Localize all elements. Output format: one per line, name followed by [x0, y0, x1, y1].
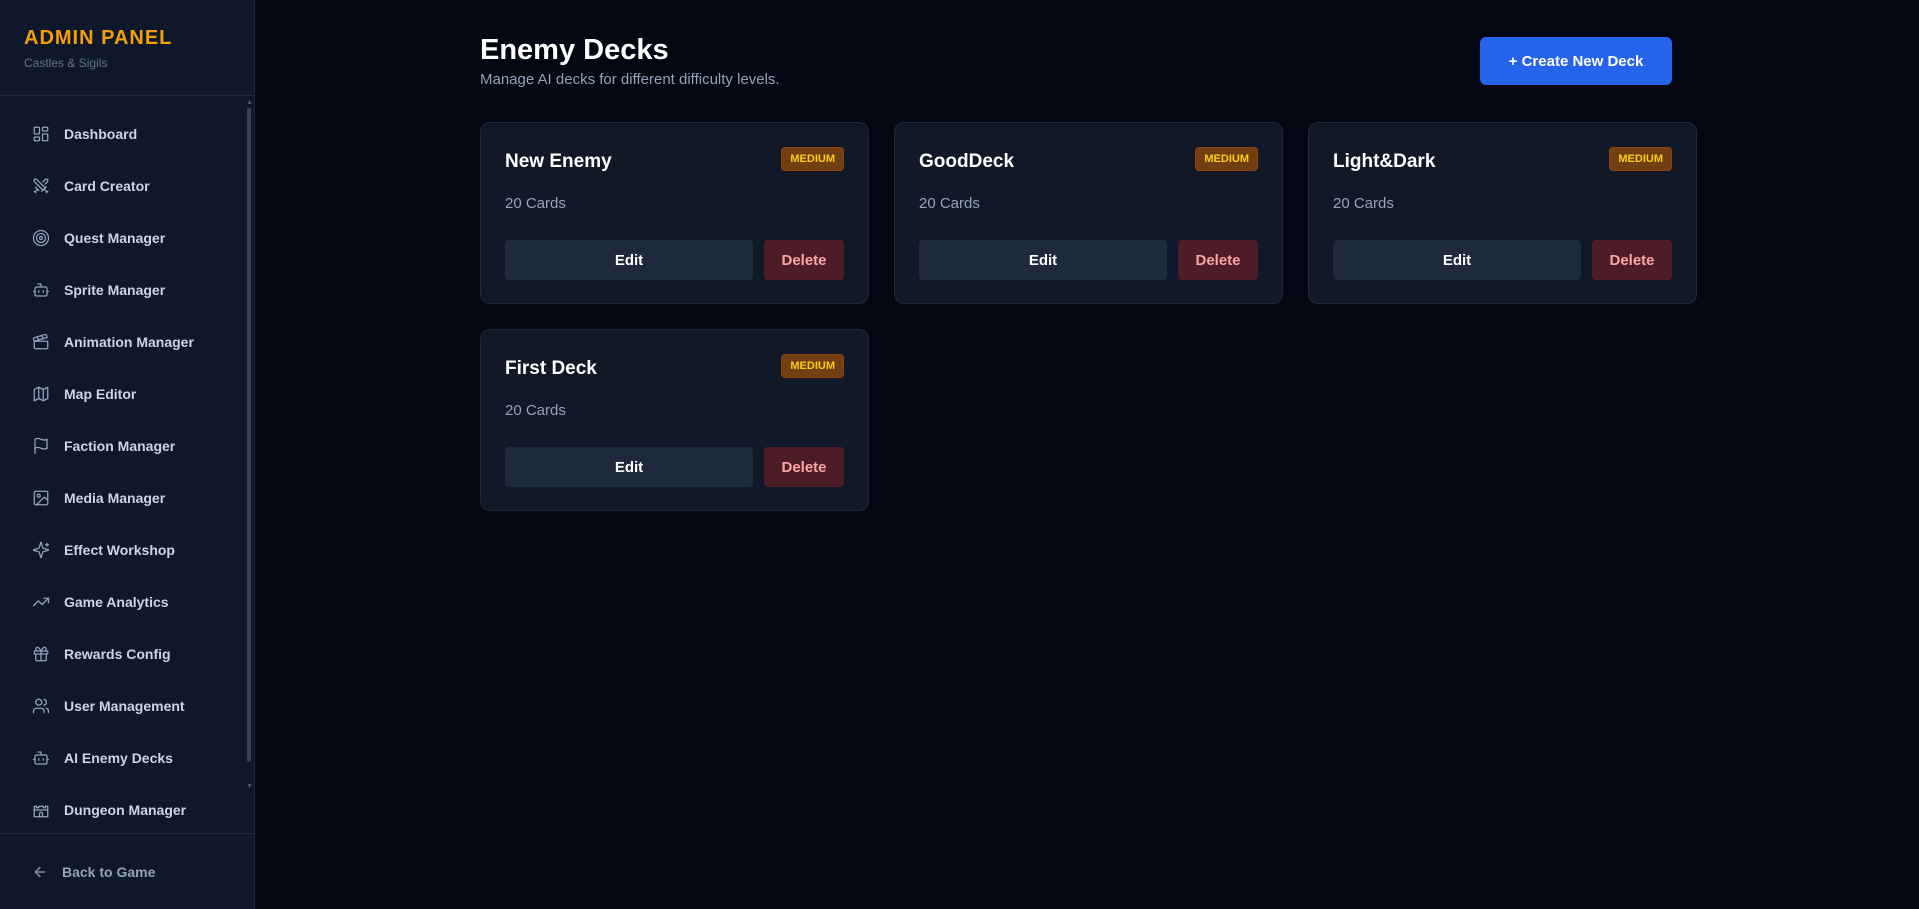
edit-deck-button[interactable]: Edit — [505, 447, 753, 487]
deck-card-count: 20 Cards — [919, 195, 980, 212]
deck-grid: New Enemy MEDIUM 20 Cards Edit Delete Go… — [480, 122, 1697, 511]
dashboard-icon — [32, 125, 50, 143]
create-new-deck-button[interactable]: + Create New Deck — [1480, 37, 1672, 85]
brand: ADMIN PANEL Castles & Sigils — [0, 0, 254, 96]
sidebar-item-label: Rewards Config — [64, 646, 171, 662]
brand-subtitle: Castles & Sigils — [24, 56, 108, 70]
brand-title: ADMIN PANEL — [24, 27, 173, 49]
users-icon — [32, 697, 50, 715]
sidebar-item-label: Map Editor — [64, 386, 137, 402]
difficulty-badge: MEDIUM — [1609, 147, 1672, 171]
edit-deck-button[interactable]: Edit — [1333, 240, 1581, 280]
sidebar-item-media-manager[interactable]: Media Manager — [0, 472, 254, 524]
deck-name: First Deck — [505, 358, 597, 379]
sidebar-item-map-editor[interactable]: Map Editor — [0, 368, 254, 420]
sidebar-item-label: User Management — [64, 698, 185, 714]
deck-card-count: 20 Cards — [505, 402, 566, 419]
sidebar-item-label: Dungeon Manager — [64, 802, 187, 818]
sidebar-item-label: Effect Workshop — [64, 542, 175, 558]
image-icon — [32, 489, 50, 507]
sidebar-item-game-analytics[interactable]: Game Analytics — [0, 576, 254, 628]
sidebar-item-label: Faction Manager — [64, 438, 176, 454]
deck-card: GoodDeck MEDIUM 20 Cards Edit Delete — [894, 122, 1283, 304]
sidebar-item-label: Dashboard — [64, 126, 138, 142]
difficulty-badge: MEDIUM — [781, 354, 844, 378]
sidebar-item-sprite-manager[interactable]: Sprite Manager — [0, 264, 254, 316]
deck-card: First Deck MEDIUM 20 Cards Edit Delete — [480, 329, 869, 511]
delete-deck-button[interactable]: Delete — [764, 447, 844, 487]
edit-deck-button[interactable]: Edit — [919, 240, 1167, 280]
sidebar-item-rewards-config[interactable]: Rewards Config — [0, 628, 254, 680]
clapperboard-icon — [32, 333, 50, 351]
deck-card-count: 20 Cards — [1333, 195, 1394, 212]
sidebar-item-effect-workshop[interactable]: Effect Workshop — [0, 524, 254, 576]
target-icon — [32, 229, 50, 247]
sidebar-item-dashboard[interactable]: Dashboard — [0, 108, 254, 160]
deck-card-count: 20 Cards — [505, 195, 566, 212]
sidebar-item-label: Card Creator — [64, 178, 150, 194]
back-to-game-label: Back to Game — [62, 863, 156, 880]
sidebar-item-label: Animation Manager — [64, 334, 194, 350]
flag-icon — [32, 437, 50, 455]
difficulty-badge: MEDIUM — [781, 147, 844, 171]
page-subtitle: Manage AI decks for different difficulty… — [480, 71, 780, 88]
edit-deck-button[interactable]: Edit — [505, 240, 753, 280]
sidebar-nav: Dashboard Card Creator Quest Manager Spr… — [0, 96, 254, 833]
swords-icon — [32, 177, 50, 195]
sidebar-item-card-creator[interactable]: Card Creator — [0, 160, 254, 212]
sidebar-item-label: Quest Manager — [64, 230, 166, 246]
trending-up-icon — [32, 593, 50, 611]
sidebar-item-label: AI Enemy Decks — [64, 750, 173, 766]
sidebar-scrollbar[interactable]: ▲ ▼ — [246, 99, 253, 790]
delete-deck-button[interactable]: Delete — [764, 240, 844, 280]
sidebar-item-user-management[interactable]: User Management — [0, 680, 254, 732]
sidebar-item-ai-enemy-decks[interactable]: AI Enemy Decks — [0, 732, 254, 784]
scrollbar-thumb[interactable] — [247, 108, 251, 762]
sidebar-nav-wrapper: Dashboard Card Creator Quest Manager Spr… — [0, 96, 254, 833]
content-container: Enemy Decks Manage AI decks for differen… — [480, 0, 1697, 511]
sidebar-item-faction-manager[interactable]: Faction Manager — [0, 420, 254, 472]
back-to-game-link[interactable]: Back to Game — [0, 833, 254, 909]
main-content: Enemy Decks Manage AI decks for differen… — [255, 0, 1919, 909]
scroll-down-arrow-icon[interactable]: ▼ — [246, 783, 253, 790]
page-title: Enemy Decks — [480, 34, 669, 66]
delete-deck-button[interactable]: Delete — [1178, 240, 1258, 280]
castle-icon — [32, 801, 50, 819]
deck-name: GoodDeck — [919, 151, 1015, 172]
deck-card: Light&Dark MEDIUM 20 Cards Edit Delete — [1308, 122, 1697, 304]
arrow-left-icon — [34, 866, 46, 877]
sidebar-item-label: Media Manager — [64, 490, 166, 506]
sparkles-icon — [32, 541, 50, 559]
difficulty-badge: MEDIUM — [1195, 147, 1258, 171]
sidebar-item-label: Sprite Manager — [64, 282, 166, 298]
delete-deck-button[interactable]: Delete — [1592, 240, 1672, 280]
sidebar-item-dungeon-manager[interactable]: Dungeon Manager — [0, 784, 254, 833]
sidebar-item-animation-manager[interactable]: Animation Manager — [0, 316, 254, 368]
scroll-up-arrow-icon[interactable]: ▲ — [246, 99, 253, 106]
bot-icon — [32, 749, 50, 767]
sidebar: ADMIN PANEL Castles & Sigils Dashboard C… — [0, 0, 255, 909]
gift-icon — [32, 645, 50, 663]
app-root: ADMIN PANEL Castles & Sigils Dashboard C… — [0, 0, 1919, 909]
page-header: Enemy Decks Manage AI decks for differen… — [480, 0, 1672, 122]
map-icon — [32, 385, 50, 403]
deck-name: New Enemy — [505, 151, 612, 172]
bot-icon — [32, 281, 50, 299]
sidebar-item-label: Game Analytics — [64, 594, 169, 610]
deck-name: Light&Dark — [1333, 151, 1436, 172]
deck-card: New Enemy MEDIUM 20 Cards Edit Delete — [480, 122, 869, 304]
sidebar-item-quest-manager[interactable]: Quest Manager — [0, 212, 254, 264]
